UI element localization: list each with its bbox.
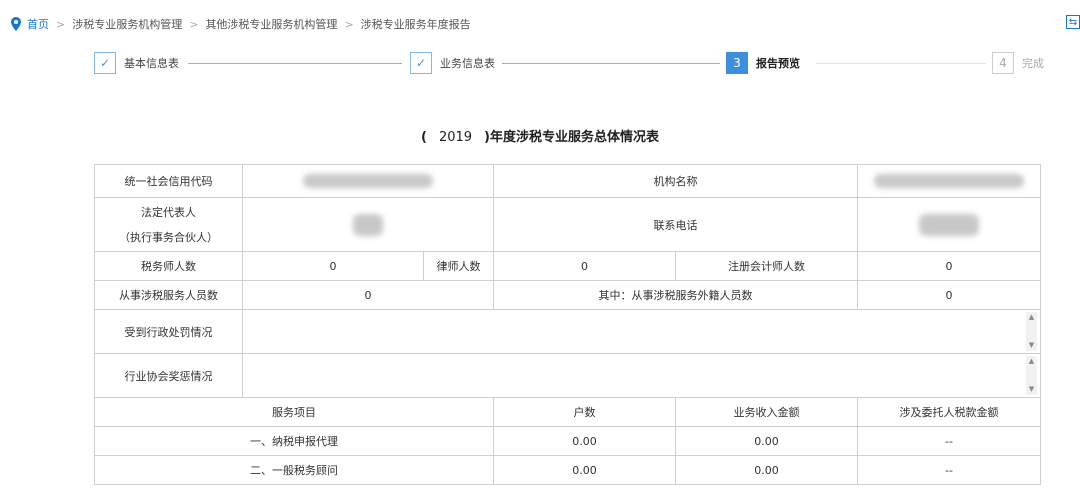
step-connector xyxy=(816,63,986,64)
report-year: 2019 xyxy=(438,130,473,145)
breadcrumb: 首页 > 涉税专业服务机构管理 > 其他涉税专业服务机构管理 > 涉税专业服务年… xyxy=(10,14,471,34)
staff-label: 从事涉税服务人员数 xyxy=(94,280,243,310)
table-row: 受到行政处罚情况 ▲ ▼ xyxy=(94,309,1041,354)
foreign-staff-value: 0 xyxy=(857,280,1041,310)
step-connector xyxy=(502,63,720,64)
scrollbar[interactable]: ▲ ▼ xyxy=(1026,356,1037,395)
report-title: (2019 )年度涉税专业服务总体情况表 xyxy=(0,126,1080,145)
step-connector xyxy=(188,63,402,64)
table-row: 从事涉税服务人员数 0 其中：从事涉税服务外籍人员数 0 xyxy=(94,280,1041,310)
step-label: 报告预览 xyxy=(756,57,800,70)
scroll-up-icon[interactable]: ▲ xyxy=(1026,312,1037,323)
org-name-value xyxy=(857,164,1041,198)
breadcrumb-separator: > xyxy=(344,17,354,31)
step-number: 4 xyxy=(992,52,1014,74)
scroll-down-icon[interactable]: ▼ xyxy=(1026,384,1037,395)
step-basic-info: ✓ 基本信息表 xyxy=(94,52,179,74)
step-business-info: ✓ 业务信息表 xyxy=(410,52,495,74)
breadcrumb-item-current: 涉税专业服务年度报告 xyxy=(360,18,471,31)
households-value: 0.00 xyxy=(493,455,676,485)
table-row: 法定代表人 （执行事务合伙人） 联系电话 xyxy=(94,197,1041,252)
breadcrumb-separator: > xyxy=(56,17,66,31)
title-paren: ( xyxy=(421,130,427,145)
step-label: 基本信息表 xyxy=(124,57,179,70)
back-icon[interactable]: ⇆ xyxy=(1066,15,1080,29)
cpa-label: 注册会计师人数 xyxy=(675,251,858,281)
step-number: 3 xyxy=(726,52,748,74)
breadcrumb-item[interactable]: 涉税专业服务机构管理 xyxy=(72,16,182,32)
credit-code-label: 统一社会信用代码 xyxy=(94,164,243,198)
tax-value: -- xyxy=(857,426,1041,456)
table-row: 行业协会奖惩情况 ▲ ▼ xyxy=(94,353,1041,398)
scrollbar[interactable]: ▲ ▼ xyxy=(1026,312,1037,351)
households-value: 0.00 xyxy=(493,426,676,456)
step-label: 业务信息表 xyxy=(440,57,495,70)
breadcrumb-separator: > xyxy=(189,17,199,31)
step-indicator: ✓ 基本信息表 ✓ 业务信息表 3 报告预览 4 完成 xyxy=(94,52,1054,76)
phone-value xyxy=(857,197,1041,252)
table-row: 税务师人数 0 律师人数 0 注册会计师人数 0 xyxy=(94,251,1041,281)
step-finish: 4 完成 xyxy=(992,52,1044,74)
step-check-icon: ✓ xyxy=(94,52,116,74)
legal-rep-value xyxy=(242,197,494,252)
lawyers-value: 0 xyxy=(493,251,676,281)
breadcrumb-home-link[interactable]: 首页 xyxy=(27,16,49,32)
legal-rep-label-line2: （执行事务合伙人） xyxy=(119,231,218,244)
credit-code-value xyxy=(242,164,494,198)
scroll-up-icon[interactable]: ▲ xyxy=(1026,356,1037,367)
income-value: 0.00 xyxy=(675,426,858,456)
lawyers-label: 律师人数 xyxy=(423,251,494,281)
breadcrumb-item[interactable]: 其他涉税专业服务机构管理 xyxy=(205,16,337,32)
table-row: 统一社会信用代码 机构名称 xyxy=(94,164,1041,198)
phone-label: 联系电话 xyxy=(493,197,858,252)
tax-agents-label: 税务师人数 xyxy=(94,251,243,281)
cpa-value: 0 xyxy=(857,251,1041,281)
table-row: 二、一般税务顾问 0.00 0.00 -- xyxy=(94,455,1041,485)
col-households-header: 户数 xyxy=(493,397,676,427)
penalty-textarea[interactable]: ▲ ▼ xyxy=(242,309,1041,354)
title-text: )年度涉税专业服务总体情况表 xyxy=(484,130,659,145)
location-pin-icon xyxy=(11,17,21,31)
legal-rep-label-line1: 法定代表人 xyxy=(141,206,196,219)
award-textarea[interactable]: ▲ ▼ xyxy=(242,353,1041,398)
col-service-header: 服务项目 xyxy=(94,397,494,427)
step-check-icon: ✓ xyxy=(410,52,432,74)
legal-rep-label: 法定代表人 （执行事务合伙人） xyxy=(94,197,243,252)
scroll-down-icon[interactable]: ▼ xyxy=(1026,340,1037,351)
award-label: 行业协会奖惩情况 xyxy=(94,353,243,398)
tax-value: -- xyxy=(857,455,1041,485)
step-label: 完成 xyxy=(1022,57,1044,70)
staff-value: 0 xyxy=(242,280,494,310)
report-table: 统一社会信用代码 机构名称 法定代表人 （执行事务合伙人） 联系电话 税务师人数… xyxy=(94,164,1041,485)
table-row: 一、纳税申报代理 0.00 0.00 -- xyxy=(94,426,1041,456)
service-name: 一、纳税申报代理 xyxy=(94,426,494,456)
table-header-row: 服务项目 户数 业务收入金额 涉及委托人税款金额 xyxy=(94,397,1041,427)
col-income-header: 业务收入金额 xyxy=(675,397,858,427)
tax-agents-value: 0 xyxy=(242,251,424,281)
step-report-preview: 3 报告预览 xyxy=(726,52,800,74)
penalty-label: 受到行政处罚情况 xyxy=(94,309,243,354)
col-tax-header: 涉及委托人税款金额 xyxy=(857,397,1041,427)
income-value: 0.00 xyxy=(675,455,858,485)
foreign-staff-label: 其中：从事涉税服务外籍人员数 xyxy=(493,280,858,310)
service-name: 二、一般税务顾问 xyxy=(94,455,494,485)
org-name-label: 机构名称 xyxy=(493,164,858,198)
